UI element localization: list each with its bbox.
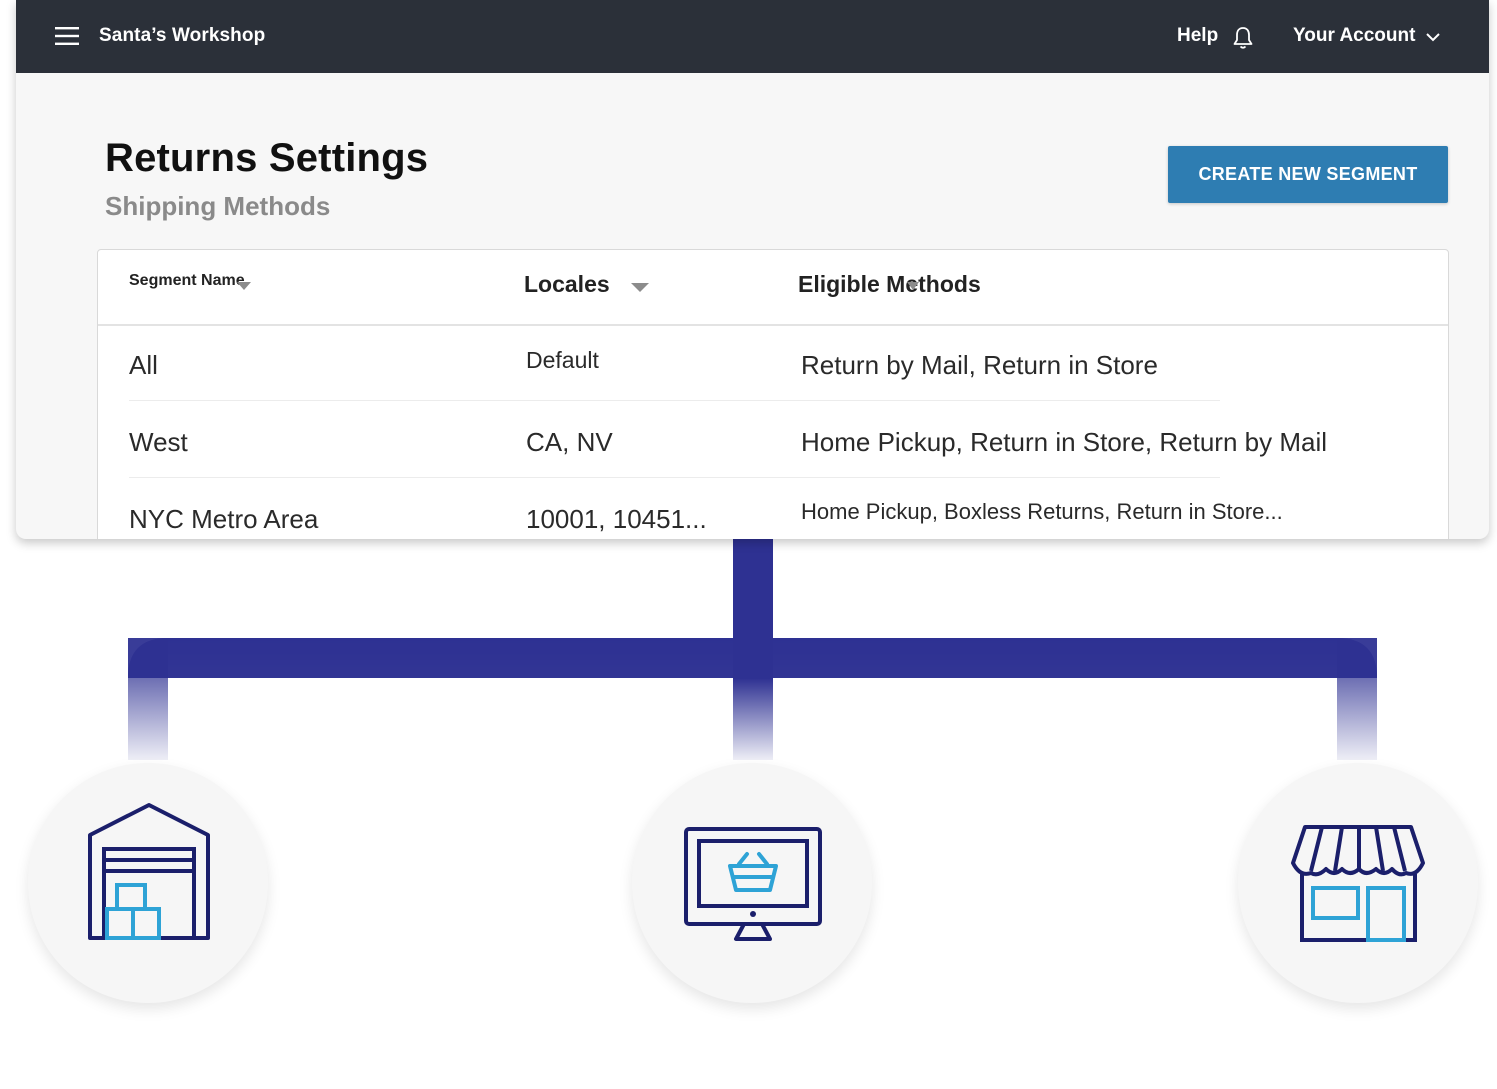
storefront-node	[1238, 763, 1478, 1003]
create-new-segment-button[interactable]: CREATE NEW SEGMENT	[1168, 146, 1448, 203]
locales-cell: 10001, 10451...	[526, 504, 707, 534]
sort-caret-icon[interactable]	[631, 283, 649, 292]
connector-trunk	[733, 539, 773, 679]
segments-table: Segment Name Locales Eligible Methods Al…	[97, 249, 1449, 539]
brand-name[interactable]: Santa’s Workshop	[99, 25, 265, 47]
table-row[interactable]: NYC Metro Area 10001, 10451... Home Pick…	[129, 478, 1283, 539]
online-shop-computer-icon	[684, 827, 822, 941]
segment-name-cell: All	[129, 350, 158, 380]
chevron-down-icon[interactable]	[1425, 31, 1441, 43]
bell-icon[interactable]	[1232, 26, 1254, 50]
page-subtitle: Shipping Methods	[105, 191, 331, 221]
warehouse-icon	[88, 803, 210, 940]
locales-cell: CA, NV	[526, 427, 613, 457]
column-header-eligible-methods[interactable]: Eligible Methods	[798, 271, 981, 298]
online-shop-node	[632, 763, 872, 1003]
app-window: Santa’s Workshop Help Your Account Retur…	[16, 0, 1489, 539]
column-header-locales[interactable]: Locales	[524, 271, 610, 298]
table-row[interactable]: West CA, NV Home Pickup, Return in Store…	[129, 401, 1327, 478]
column-header-segment-name[interactable]: Segment Name	[129, 272, 245, 290]
table-row[interactable]: All Default Return by Mail, Return in St…	[129, 324, 1220, 401]
top-navigation-bar: Santa’s Workshop Help Your Account	[16, 0, 1489, 73]
sort-caret-icon[interactable]	[907, 282, 919, 290]
connector-center-drop	[733, 678, 773, 760]
sort-caret-icon[interactable]	[237, 282, 251, 290]
eligible-methods-cell: Home Pickup, Boxless Returns, Return in …	[801, 499, 1283, 524]
page-title: Returns Settings	[105, 136, 429, 180]
account-menu[interactable]: Your Account	[1293, 25, 1415, 47]
eligible-methods-cell: Return by Mail, Return in Store	[801, 350, 1158, 380]
table-header: Segment Name Locales Eligible Methods	[98, 250, 1448, 326]
help-link[interactable]: Help	[1177, 25, 1218, 47]
connector-branch	[128, 638, 1377, 760]
warehouse-node	[28, 763, 268, 1003]
storefront-icon	[1291, 825, 1425, 942]
segment-name-cell: NYC Metro Area	[129, 504, 319, 534]
eligible-methods-cell: Home Pickup, Return in Store, Return by …	[801, 427, 1327, 457]
locales-cell: Default	[526, 347, 599, 373]
segment-name-cell: West	[129, 427, 188, 457]
hamburger-menu-icon[interactable]	[55, 27, 79, 45]
